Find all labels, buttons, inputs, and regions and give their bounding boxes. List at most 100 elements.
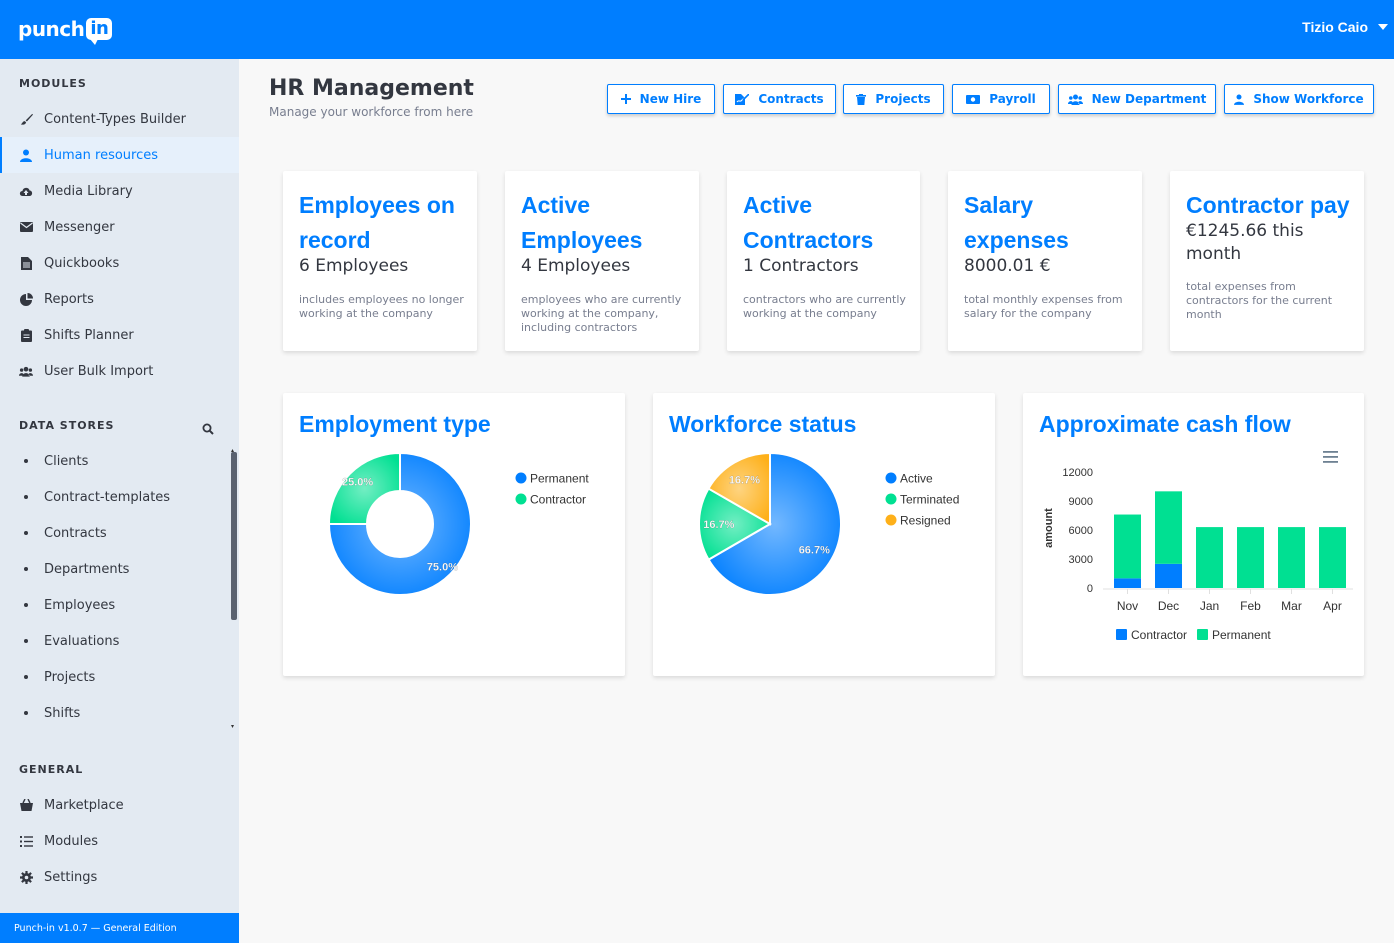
workforce-status-chart: 66.7% 16.7% 16.7% Active Terminated Resigned (698, 451, 959, 596)
chart-card-workforce-status: Workforce status 66.7% 16.7% 16.7% Active Te… (653, 393, 995, 676)
scroll-down-arrow[interactable]: ▾ (231, 723, 237, 730)
hamburger-icon[interactable] (1323, 451, 1338, 463)
button-label: New Department (1091, 92, 1207, 106)
legend-label[interactable]: Contractor (530, 493, 586, 507)
sidebar-item-label: Shifts Planner (44, 327, 134, 343)
legend-marker (885, 493, 897, 505)
stat-value: 1 Contractors (743, 256, 859, 276)
sidebar-item-quickbooks[interactable]: Quickbooks (0, 245, 239, 281)
stat-value: 8000.01 € (964, 256, 1051, 276)
x-tick-label: Apr (1323, 599, 1342, 613)
user-icon (1234, 94, 1245, 105)
y-tick-label: 0 (1087, 583, 1093, 595)
bar-permanent-feb[interactable] (1237, 527, 1264, 588)
sidebar-item-label: User Bulk Import (44, 363, 154, 379)
payroll-button[interactable]: Payroll (952, 84, 1050, 114)
sidebar-item-label: Projects (44, 669, 96, 685)
bar-permanent-mar[interactable] (1278, 527, 1305, 588)
y-tick-label: 6000 (1069, 525, 1093, 537)
stat-value: €1245.66 this month (1186, 221, 1304, 264)
legend-label[interactable]: Terminated (900, 493, 959, 507)
sidebar-item-contracts[interactable]: Contracts (0, 515, 239, 551)
sidebar-item-human-resources[interactable]: Human resources (0, 137, 239, 173)
search-icon[interactable] (202, 420, 214, 435)
stat-card-contractor-pay: Contractor pay €1245.66 this month total… (1170, 171, 1364, 351)
datastores-section-title: DATA STORES (19, 419, 115, 432)
sidebar-item-modules[interactable]: Modules (0, 823, 239, 859)
x-tick-label: Feb (1240, 599, 1261, 613)
sidebar-item-shifts-planner[interactable]: Shifts Planner (0, 317, 239, 353)
sidebar-item-label: Modules (44, 833, 99, 849)
button-label: Payroll (989, 92, 1036, 106)
bar-permanent-nov[interactable] (1114, 514, 1141, 579)
legend-label[interactable]: Permanent (1212, 628, 1271, 642)
shop-icon (19, 798, 33, 812)
page-subtitle: Manage your workforce from here (269, 105, 474, 119)
sidebar-item-projects[interactable]: Projects (0, 659, 239, 695)
legend-marker (515, 493, 527, 505)
sidebar-item-label: Reports (44, 291, 94, 307)
employment-type-chart: 75.0% 25.0% Permanent Contractor (327, 451, 589, 596)
sidebar-item-reports[interactable]: Reports (0, 281, 239, 317)
stat-card-active-contractors: Active Contractors 1 Contractors contrac… (727, 171, 920, 351)
bullet-icon (24, 675, 28, 679)
pie-data-label: 75.0% (427, 561, 458, 573)
list-icon (19, 834, 33, 848)
bar-permanent-dec[interactable] (1155, 491, 1182, 564)
bar-permanent-apr[interactable] (1319, 527, 1346, 588)
sidebar-item-departments[interactable]: Departments (0, 551, 239, 587)
sidebar-item-evaluations[interactable]: Evaluations (0, 623, 239, 659)
modules-section-title: MODULES (19, 77, 87, 90)
stat-title: Salary expenses (964, 192, 1069, 253)
user-menu[interactable]: Tizio Caio (1302, 19, 1388, 35)
bar-contractor-dec[interactable] (1155, 563, 1182, 588)
sidebar-item-media-library[interactable]: Media Library (0, 173, 239, 209)
legend-marker (885, 472, 897, 484)
show-workforce-button[interactable]: Show Workforce (1224, 84, 1374, 114)
bar-contractor-nov[interactable] (1114, 578, 1141, 588)
legend-marker (1197, 629, 1208, 640)
legend-label[interactable]: Permanent (530, 472, 589, 486)
scroll-up-arrow[interactable]: ▴ (231, 447, 237, 454)
y-tick-label: 9000 (1069, 496, 1093, 508)
stat-card-employees-on-record: Employees on record 6 Employees includes… (283, 171, 477, 351)
x-tick-label: Mar (1281, 599, 1302, 613)
projects-button[interactable]: Projects (843, 84, 944, 114)
sidebar-item-shifts[interactable]: Shifts (0, 695, 239, 731)
sidebar-item-content-types-builder[interactable]: Content-Types Builder (0, 101, 239, 137)
bullet-icon (24, 711, 28, 715)
users-icon (19, 364, 33, 378)
sidebar-item-employees[interactable]: Employees (0, 587, 239, 623)
new-department-button[interactable]: New Department (1058, 84, 1216, 114)
stat-description: employees who are currently working at t… (521, 293, 682, 334)
bar-permanent-jan[interactable] (1196, 527, 1223, 588)
sidebar-item-clients[interactable]: Clients (0, 443, 239, 479)
bullet-icon (24, 531, 28, 535)
bullet-icon (24, 495, 28, 499)
bullet-icon (24, 567, 28, 571)
legend-label[interactable]: Active (900, 472, 933, 486)
legend-label[interactable]: Resigned (900, 514, 951, 528)
sidebar-item-user-bulk-import[interactable]: User Bulk Import (0, 353, 239, 389)
sidebar-item-marketplace[interactable]: Marketplace (0, 787, 239, 823)
pie-data-label: 25.0% (342, 477, 373, 489)
sidebar-item-label: Contracts (44, 525, 107, 541)
pie-data-label: 16.7% (703, 519, 734, 531)
legend-label[interactable]: Contractor (1131, 628, 1187, 642)
button-label: New Hire (639, 92, 702, 106)
logo[interactable]: punch in (18, 17, 113, 45)
datastores-scrollbar[interactable] (231, 452, 237, 620)
bullet-icon (24, 603, 28, 607)
sidebar-item-settings[interactable]: Settings (0, 859, 239, 895)
page-title: HR Management (269, 76, 474, 101)
new-hire-button[interactable]: New Hire (607, 84, 715, 114)
sidebar-item-messenger[interactable]: Messenger (0, 209, 239, 245)
button-label: Contracts (758, 92, 824, 106)
legend-marker (515, 472, 527, 484)
stat-title: Active Employees (521, 192, 643, 253)
sidebar-item-contract-templates[interactable]: Contract-templates (0, 479, 239, 515)
bullet-icon (24, 459, 28, 463)
x-tick-label: Nov (1117, 599, 1138, 613)
contracts-button[interactable]: Contracts (723, 84, 836, 114)
sidebar-item-label: Contract-templates (44, 489, 171, 505)
